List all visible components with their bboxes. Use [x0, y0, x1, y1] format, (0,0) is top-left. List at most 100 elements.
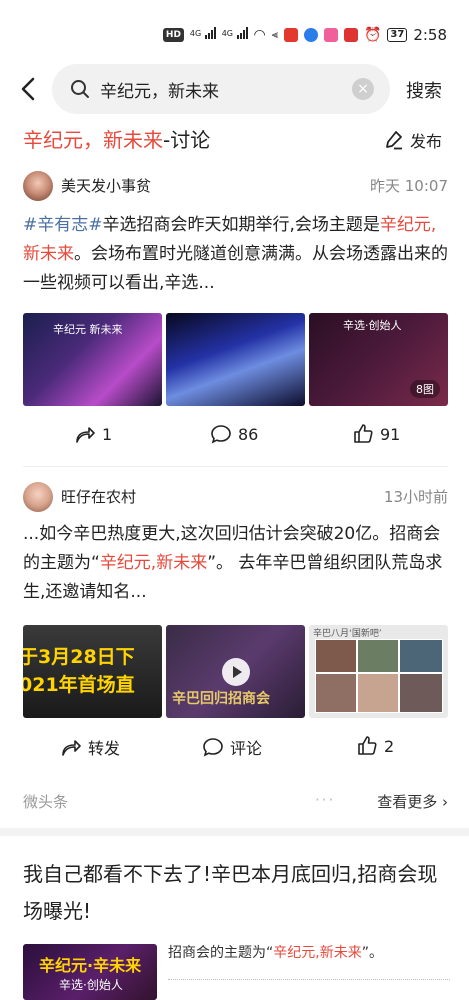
sim2-label: 4G [221, 29, 234, 38]
author-name[interactable]: 旺仔在农村 [61, 486, 136, 507]
comment-count: 86 [238, 424, 259, 444]
topic-suffix: -讨论 [163, 128, 211, 152]
avatar[interactable] [23, 482, 53, 512]
status-bar: HD 4G 4G ◠ ⫷ ⏰ 37 2:58 [0, 0, 469, 64]
search-button[interactable]: 搜索 [406, 77, 442, 103]
like-button[interactable]: 2 [356, 735, 394, 757]
image-strip: 辛纪元 新未来 辛选·创始人 8图 [23, 313, 448, 406]
collage-tile [357, 673, 399, 713]
more-options-icon[interactable]: ··· [315, 791, 335, 809]
post-time: 昨天 10:07 [370, 177, 448, 195]
share-icon [62, 740, 81, 756]
comment-button[interactable]: 评论 [202, 735, 262, 759]
section-divider [0, 828, 469, 836]
collage-tile [399, 639, 443, 673]
share-count: 1 [102, 424, 113, 444]
thumbs-up-icon [358, 736, 377, 755]
share-label: 转发 [88, 739, 121, 758]
image-caption: 辛纪元 新未来 [53, 323, 123, 336]
hd-icon: HD [162, 28, 184, 42]
collage-tile [399, 673, 443, 713]
avatar[interactable] [23, 171, 53, 201]
author-name[interactable]: 美天发小事贫 [61, 175, 151, 196]
post-actions: 转发 评论 2 [0, 735, 469, 765]
search-input[interactable]: 辛纪元，新未来 × [52, 64, 390, 114]
collage-tile [357, 639, 399, 673]
see-more-link[interactable]: 查看更多 › [377, 791, 448, 812]
share-button[interactable]: 1 [74, 423, 112, 445]
post-image[interactable]: 辛选·创始人 8图 [309, 313, 448, 406]
comment-label: 评论 [230, 739, 263, 758]
search-header: 辛纪元，新未来 × 搜索 [0, 64, 469, 116]
collage-tile [315, 673, 357, 713]
comment-icon [203, 738, 223, 757]
share-button[interactable]: 转发 [60, 735, 120, 759]
topic-highlight: 辛纪元，新未来 [23, 128, 163, 152]
image-caption: 于3月28日下 021年首场直 [23, 646, 135, 696]
comment-icon [211, 425, 231, 444]
post-card[interactable]: 旺仔在农村 13小时前 ...如今辛巴热度更大,这次回归估计会突破20亿。招商会… [0, 482, 469, 772]
image-caption: 辛巴回归招商会 [172, 691, 270, 707]
snippet-highlight: 辛纪元,新未来 [273, 945, 362, 961]
publish-label: 发布 [410, 132, 443, 151]
comment-button[interactable]: 86 [210, 423, 258, 445]
thumbnail-caption: 辛纪元·辛未来 [39, 956, 142, 975]
image-caption: 辛选·创始人 [343, 319, 402, 332]
post-text[interactable]: #辛有志#辛选招商会昨天如期举行,会场主题是辛纪元,新未来。会场布置时光隧道创意… [23, 211, 451, 298]
post-text[interactable]: ...如今辛巴热度更大,这次回归估计会突破20亿。招商会的主题为“辛纪元,新未来… [23, 520, 451, 607]
source-label[interactable]: 微头条 [23, 791, 68, 812]
play-icon[interactable] [221, 657, 250, 686]
wifi-icon: ◠ [253, 27, 266, 43]
battery-icon: 37 [387, 28, 408, 42]
post-time: 13小时前 [383, 488, 448, 506]
post-actions: 1 86 91 [0, 423, 469, 453]
snippet-part: ”。 [361, 945, 383, 961]
article-thumbnail[interactable]: 辛纪元·辛未来 辛选·创始人 [23, 944, 157, 1000]
pen-icon [386, 131, 402, 150]
post-text-part: 。会场布置时光隧道创意满满。从会场透露出来的一些视频可以看出,辛选... [23, 244, 448, 293]
post-text-part: 辛选招商会昨天如期举行,会场主题是 [102, 215, 380, 235]
app-notification-red-icon [283, 28, 298, 42]
thumbnail-caption: 辛选·创始人 [59, 978, 123, 992]
sim1-label: 4G [189, 29, 202, 38]
post-video[interactable]: 辛巴回归招商会 [166, 625, 305, 718]
vibrate-icon: ⫷ [271, 28, 278, 41]
share-icon [76, 427, 95, 443]
article-snippet[interactable]: 招商会的主题为“辛纪元,新未来”。 [168, 942, 450, 962]
clock: 2:58 [413, 26, 447, 44]
search-icon [71, 80, 89, 98]
author-row: 旺仔在农村 13小时前 [23, 482, 448, 512]
like-count: 91 [380, 424, 401, 444]
alarm-icon: ⏰ [363, 27, 382, 43]
post-image[interactable]: 辛纪元 新未来 [23, 313, 162, 406]
feed-footer: 微头条 ··· 查看更多 › [23, 791, 448, 815]
article-title[interactable]: 我自己都看不下去了!辛巴本月底回归,招商会现场曝光! [23, 856, 448, 930]
topic-title: 辛纪元，新未来-讨论 [23, 124, 210, 153]
like-button[interactable]: 91 [352, 423, 400, 445]
like-count: 2 [384, 736, 395, 756]
publish-button[interactable]: 发布 [384, 128, 442, 152]
image-count-badge: 8图 [410, 380, 440, 398]
app-notification-red2-icon [343, 28, 358, 42]
sim2-signal-icon: 4G [222, 27, 248, 43]
image-strip: 于3月28日下 021年首场直 辛巴回归招商会 辛巴八月‘国新吧’ [23, 625, 448, 718]
sim1-signal-icon: 4G [190, 27, 216, 43]
back-button[interactable] [14, 74, 44, 104]
author-row: 美天发小事贫 昨天 10:07 [23, 171, 448, 201]
app-notification-pink-icon [323, 28, 338, 42]
hashtag[interactable]: #辛有志# [23, 215, 103, 235]
thumbs-up-icon [354, 424, 373, 443]
search-query: 辛纪元，新未来 [100, 82, 219, 102]
post-text-highlight: 辛纪元,新未来 [99, 553, 208, 573]
collage-tile [315, 639, 357, 673]
post-image[interactable]: 辛巴八月‘国新吧’ [309, 625, 448, 718]
clear-icon[interactable]: × [352, 78, 374, 100]
post-card[interactable]: 美天发小事贫 昨天 10:07 #辛有志#辛选招商会昨天如期举行,会场主题是辛纪… [0, 171, 469, 461]
post-image[interactable]: 于3月28日下 021年首场直 [23, 625, 162, 718]
post-separator [23, 466, 448, 467]
post-image[interactable] [166, 313, 305, 406]
snippet-dotted-rule [168, 968, 450, 980]
app-notification-blue-icon [303, 28, 318, 42]
chevron-left-icon [21, 77, 35, 101]
snippet-part: 招商会的主题为“ [168, 945, 274, 961]
